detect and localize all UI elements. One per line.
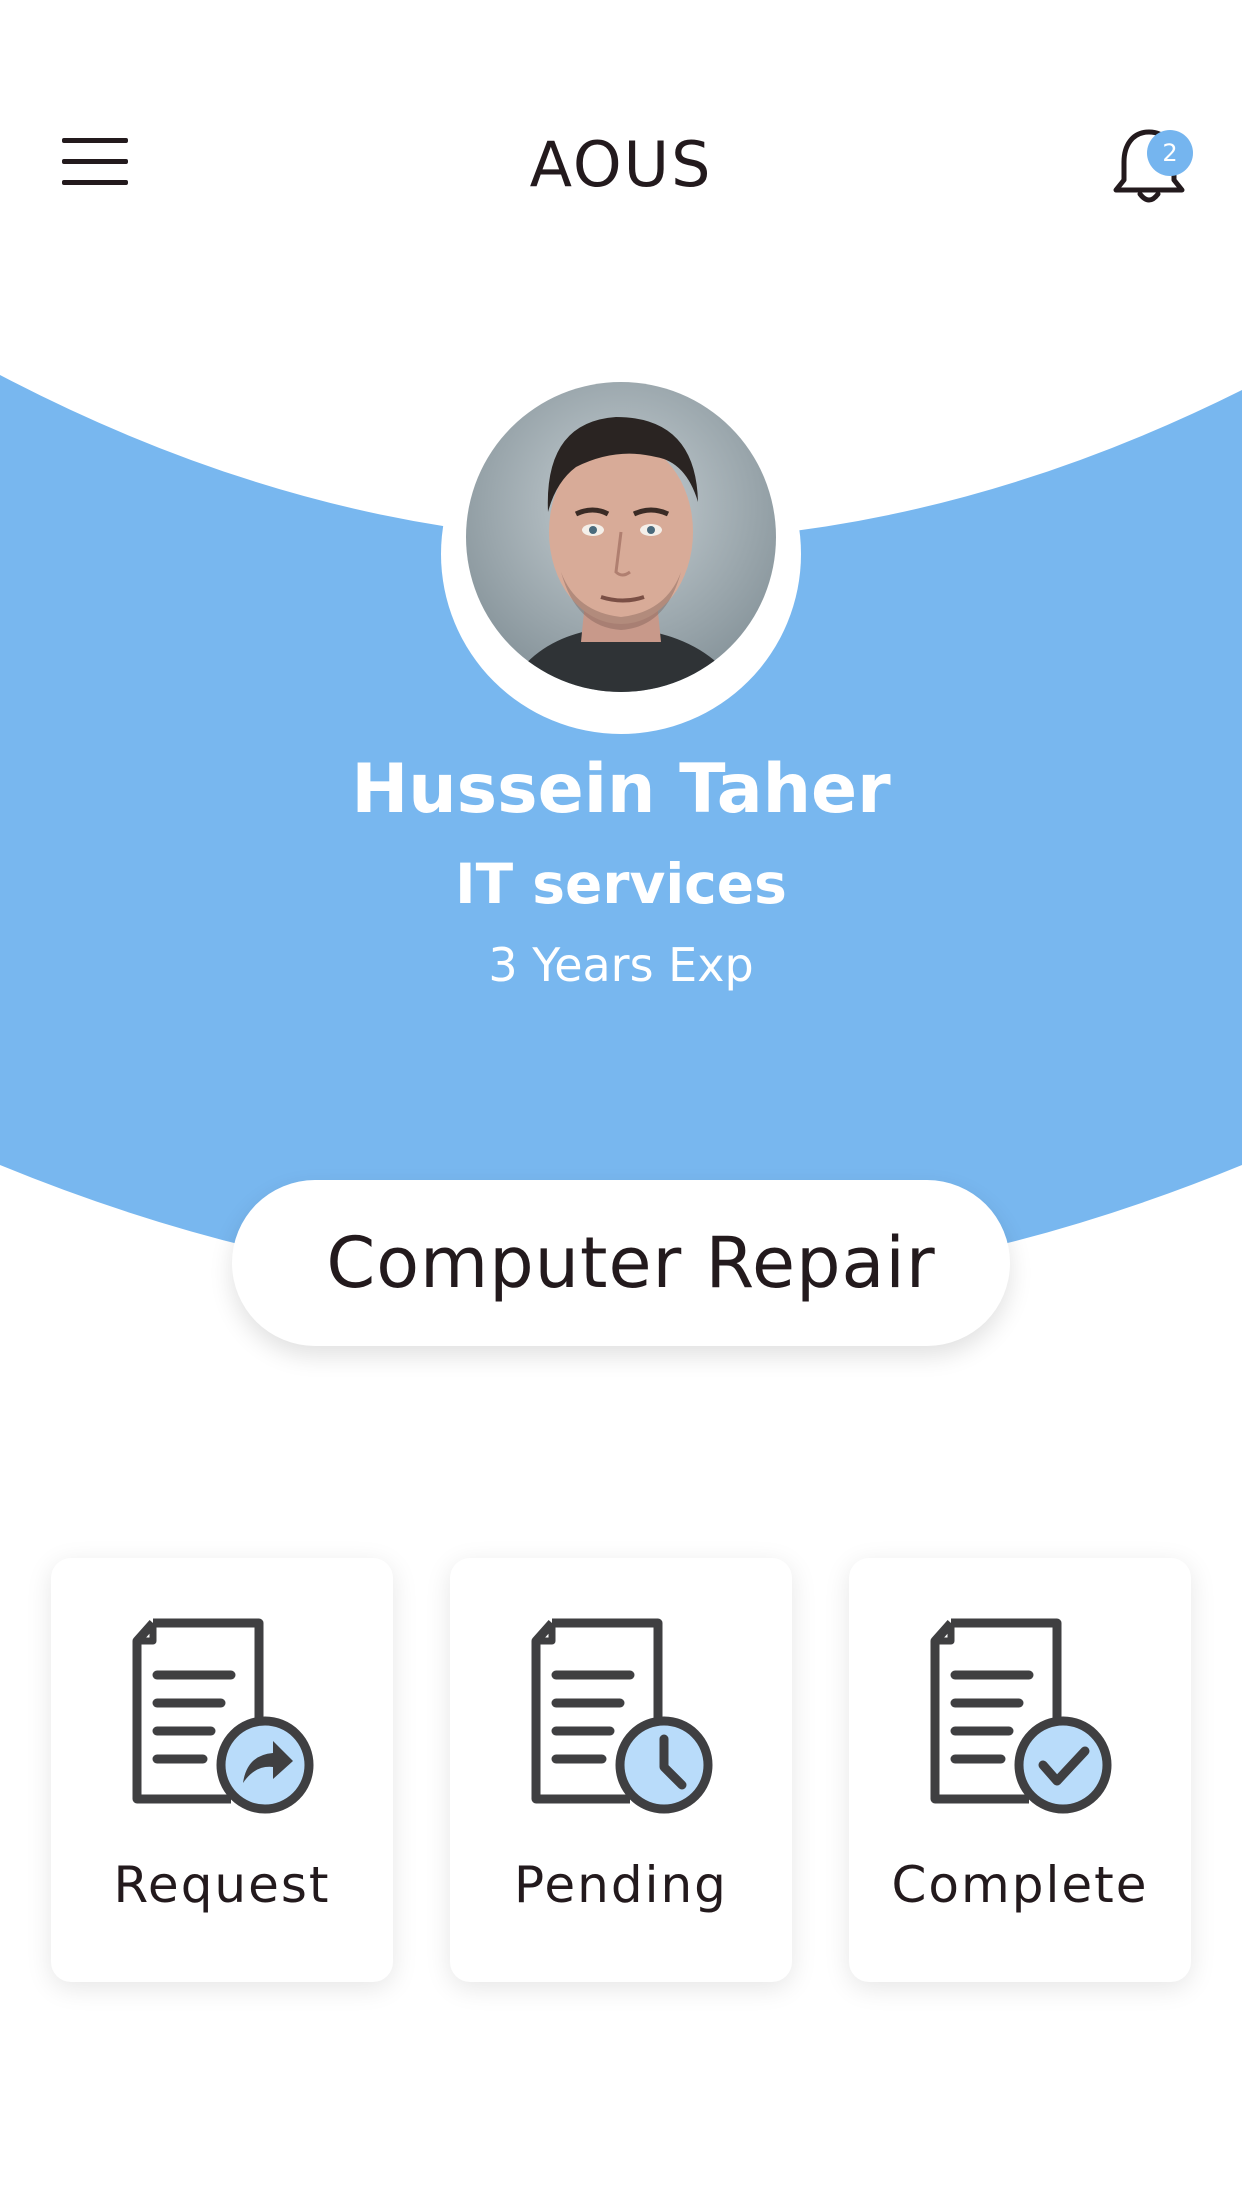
avatar[interactable]: [466, 382, 776, 692]
complete-card-label: Complete: [891, 1856, 1149, 1914]
document-check-icon: [930, 1618, 1112, 1814]
profile-experience: 3 Years Exp: [488, 938, 754, 992]
document-share-icon: [132, 1618, 314, 1814]
pending-card[interactable]: Pending: [450, 1558, 792, 1982]
service-category-button[interactable]: Computer Repair: [232, 1180, 1010, 1346]
request-card-label: Request: [113, 1856, 331, 1914]
profile-role: IT services: [455, 852, 787, 916]
request-card[interactable]: Request: [51, 1558, 393, 1982]
avatar-photo: [466, 382, 776, 692]
app-title: AOUS: [529, 128, 713, 201]
service-category-label: Computer Repair: [326, 1222, 936, 1304]
document-clock-icon: [531, 1618, 713, 1814]
pending-card-label: Pending: [514, 1856, 728, 1914]
top-bar: AOUS 2: [0, 0, 1242, 330]
complete-card[interactable]: Complete: [849, 1558, 1191, 1982]
notification-badge: 2: [1147, 130, 1193, 176]
profile-name: Hussein Taher: [351, 750, 891, 829]
